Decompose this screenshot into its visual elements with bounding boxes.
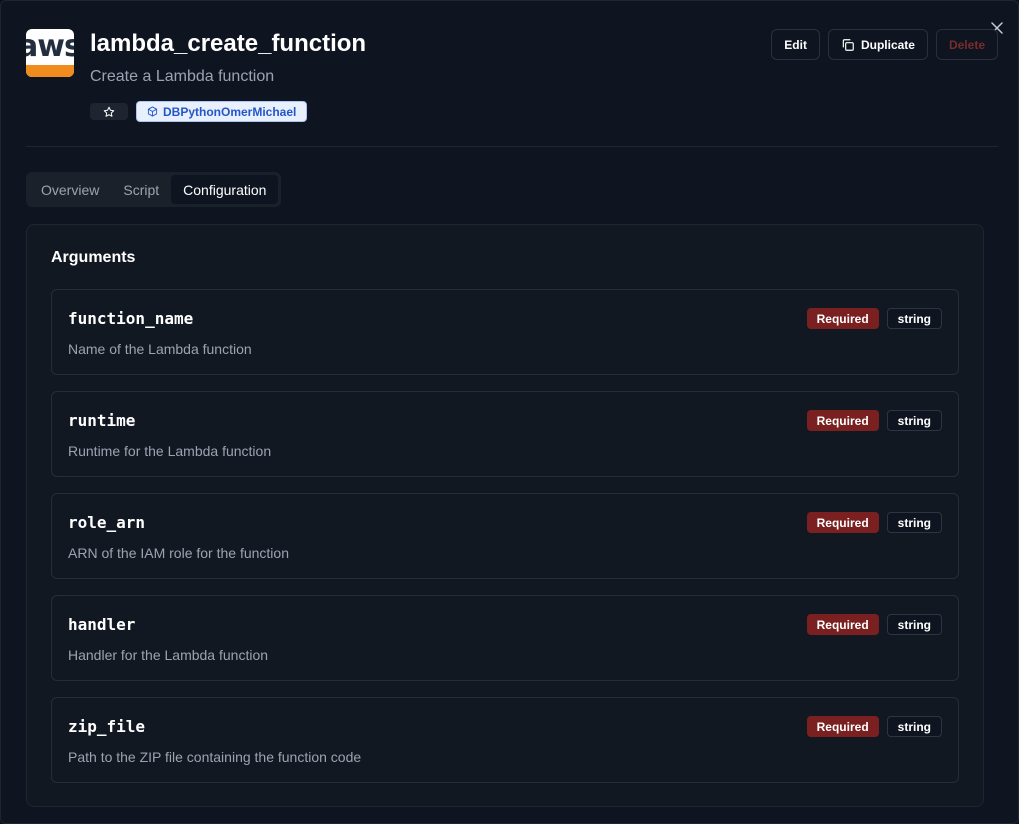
argument-badges: Required string bbox=[806, 308, 942, 329]
argument-name: zip_file bbox=[68, 717, 146, 736]
argument-description: ARN of the IAM role for the function bbox=[68, 545, 289, 561]
required-badge: Required bbox=[806, 512, 879, 533]
argument-badges: Required string bbox=[806, 614, 942, 635]
copy-icon bbox=[842, 38, 854, 51]
delete-button[interactable]: Delete bbox=[935, 29, 998, 60]
tab-list: Overview Script Configuration bbox=[26, 172, 282, 207]
delete-button-label: Delete bbox=[948, 37, 985, 52]
page-subtitle: Create a Lambda function bbox=[90, 68, 275, 85]
argument-badges: Required string bbox=[806, 716, 942, 737]
type-badge: string bbox=[886, 512, 942, 533]
cube-icon bbox=[147, 106, 158, 117]
arguments-panel: Arguments function_name Name of the Lamb… bbox=[26, 224, 984, 807]
argument-card: zip_file Path to the ZIP file containing… bbox=[51, 697, 959, 783]
header-divider bbox=[26, 146, 998, 147]
duplicate-button[interactable]: Duplicate bbox=[827, 29, 928, 60]
arguments-title: Arguments bbox=[51, 249, 136, 266]
type-badge: string bbox=[886, 716, 942, 737]
argument-description: Name of the Lambda function bbox=[68, 341, 252, 357]
argument-name: function_name bbox=[68, 309, 194, 328]
argument-description: Handler for the Lambda function bbox=[68, 647, 269, 663]
duplicate-button-label: Duplicate bbox=[860, 37, 915, 52]
logo-text: aws bbox=[26, 29, 74, 64]
argument-name: runtime bbox=[68, 411, 136, 430]
argument-badges: Required string bbox=[806, 512, 942, 533]
edit-button-label: Edit bbox=[784, 37, 807, 52]
favorite-button[interactable] bbox=[90, 103, 128, 120]
type-badge: string bbox=[886, 308, 942, 329]
argument-card: handler Handler for the Lambda function … bbox=[51, 595, 959, 681]
type-badge: string bbox=[886, 410, 942, 431]
argument-name: handler bbox=[68, 615, 136, 634]
page-title: lambda_create_function bbox=[90, 30, 367, 57]
required-badge: Required bbox=[806, 614, 879, 635]
required-badge: Required bbox=[806, 716, 879, 737]
argument-card: runtime Runtime for the Lambda function … bbox=[51, 391, 959, 477]
logo-accent-bar bbox=[26, 65, 74, 77]
argument-card: role_arn ARN of the IAM role for the fun… bbox=[51, 493, 959, 579]
type-badge: string bbox=[886, 614, 942, 635]
tab-overview[interactable]: Overview bbox=[29, 175, 111, 204]
owner-tag[interactable]: DBPythonOmerMichael bbox=[136, 101, 308, 122]
star-icon bbox=[103, 106, 115, 117]
required-badge: Required bbox=[806, 410, 879, 431]
argument-description: Path to the ZIP file containing the func… bbox=[68, 749, 362, 765]
action-buttons: Edit Duplicate Delete bbox=[771, 29, 998, 60]
required-badge: Required bbox=[806, 308, 879, 329]
function-detail-modal: aws lambda_create_function Create a Lamb… bbox=[0, 0, 1019, 824]
owner-tag-label: DBPythonOmerMichael bbox=[163, 104, 297, 119]
tab-configuration[interactable]: Configuration bbox=[171, 175, 279, 204]
edit-button[interactable]: Edit bbox=[771, 29, 820, 60]
tab-script[interactable]: Script bbox=[111, 175, 171, 204]
argument-badges: Required string bbox=[806, 410, 942, 431]
argument-card: function_name Name of the Lambda functio… bbox=[51, 289, 959, 375]
aws-logo: aws bbox=[26, 29, 74, 77]
argument-description: Runtime for the Lambda function bbox=[68, 443, 272, 459]
argument-name: role_arn bbox=[68, 513, 146, 532]
